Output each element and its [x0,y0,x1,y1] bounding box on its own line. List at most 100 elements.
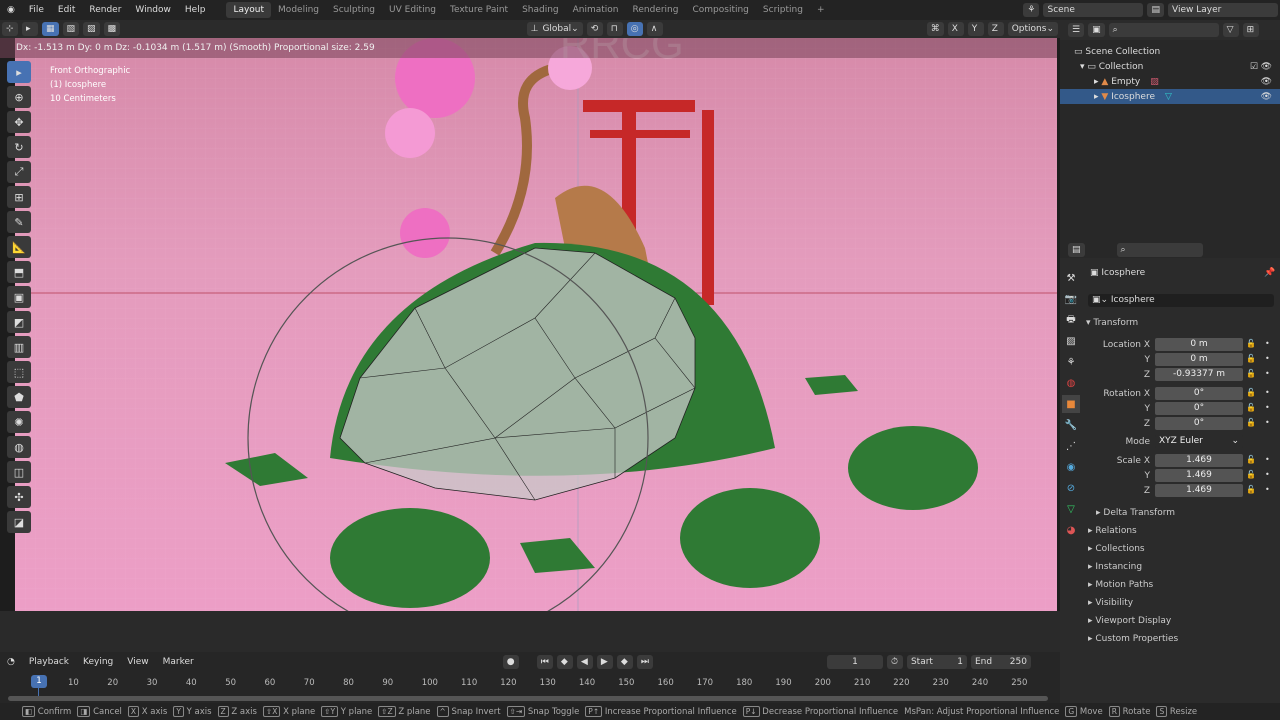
keyframe-dot-icon[interactable]: • [1265,339,1270,348]
rotation-x-field[interactable]: 0° [1155,387,1243,400]
scale-y-field[interactable]: 1.469 [1155,469,1243,482]
proportional-edit-icon[interactable]: ◎ [626,22,643,36]
location-y-field[interactable]: 0 m [1155,353,1243,366]
timeline-scrollbar[interactable] [8,696,1048,701]
tab-compositing[interactable]: Compositing [685,2,755,18]
axis-y-toggle[interactable]: Y [967,22,984,36]
select-mode-icon[interactable]: ▸ [22,22,38,36]
outliner-item-icosphere[interactable]: ▸ ▼ Icosphere ▽ 👁 [1060,89,1280,104]
smooth-tool[interactable]: ◍ [7,436,31,458]
keyframe-dot-icon[interactable]: • [1265,354,1270,363]
menu-keying[interactable]: Keying [76,657,120,667]
tab-uv-editing[interactable]: UV Editing [382,2,443,18]
spin-tool[interactable]: ✺ [7,411,31,433]
properties-search[interactable]: ⌕ [1116,243,1203,257]
editor-type-icon[interactable]: ⊹ [2,22,18,36]
lock-icon[interactable]: 🔓 [1246,403,1256,412]
menu-file[interactable]: File [22,5,51,15]
keyframe-dot-icon[interactable]: • [1265,369,1270,378]
checkbox-icon[interactable]: ☑ [1250,62,1258,72]
prev-keyframe-button[interactable]: ◆ [556,655,573,669]
rotation-y-field[interactable]: 0° [1155,402,1243,415]
panel-custom-properties[interactable]: ▸ Custom Properties [1088,634,1178,644]
rip-tool[interactable]: ◪ [7,511,31,533]
view-layer-icon[interactable]: ▤ [1147,3,1164,17]
keyframe-dot-icon[interactable]: • [1265,485,1270,494]
lock-icon[interactable]: 🔓 [1246,485,1256,494]
annotate-tool[interactable]: ✎ [7,211,31,233]
lock-icon[interactable]: 🔓 [1246,369,1256,378]
tab-shading[interactable]: Shading [515,2,566,18]
stopwatch-icon[interactable]: ⏱ [886,655,903,669]
outliner-search[interactable]: ⌕ [1108,23,1219,37]
scene-collection-row[interactable]: ▭ Scene Collection [1060,44,1280,59]
transform-tool[interactable]: ⊞ [7,186,31,208]
outliner-item-empty[interactable]: ▸ ▲ Empty ▨ 👁 [1060,74,1280,89]
scene-field[interactable]: Scene [1043,3,1144,17]
menu-view[interactable]: View [120,657,155,667]
lock-icon[interactable]: 🔓 [1246,470,1256,479]
axis-z-toggle[interactable]: Z [987,22,1004,36]
tab-layout[interactable]: Layout [226,2,272,18]
mirror-icon[interactable]: ⌘ [926,22,944,36]
object-name-field[interactable]: ▣⌄ Icosphere [1088,294,1274,307]
snap-icon[interactable]: ⊓ [606,22,623,36]
keyframe-dot-icon[interactable]: • [1265,455,1270,464]
tab-sculpting[interactable]: Sculpting [326,2,382,18]
properties-editor-icon[interactable]: ▤ [1068,243,1085,257]
shrink-fatten-tool[interactable]: ◫ [7,461,31,483]
panel-delta-transform[interactable]: ▸ Delta Transform [1096,508,1175,518]
end-frame-field[interactable]: End 250 [970,655,1031,669]
eye-icon[interactable]: 👁 [1261,77,1272,87]
measure-tool[interactable]: 📐 [7,236,31,258]
location-z-field[interactable]: -0.93377 m [1155,368,1243,381]
mode-extend-icon[interactable]: ▧ [62,22,80,36]
tab-rendering[interactable]: Rendering [626,2,686,18]
pin-icon[interactable]: 📌 [1264,268,1275,278]
expand-icon[interactable]: ▸ [1094,77,1101,87]
current-frame-field[interactable]: 1 [826,655,883,669]
keyframe-dot-icon[interactable]: • [1265,388,1270,397]
falloff-icon[interactable]: ∧ [646,22,663,36]
new-collection-icon[interactable]: ⊞ [1242,23,1259,37]
bevel-tool[interactable]: ◩ [7,311,31,333]
menu-help[interactable]: Help [178,5,213,15]
output-tab-icon[interactable]: 🖶 [1062,311,1080,329]
pivot-icon[interactable]: ⟲ [586,22,603,36]
menu-edit[interactable]: Edit [51,5,82,15]
material-tab-icon[interactable]: ◕ [1062,521,1080,539]
panel-instancing[interactable]: ▸ Instancing [1088,562,1142,572]
poly-build-tool[interactable]: ⬟ [7,386,31,408]
add-workspace-button[interactable]: + [810,2,832,18]
expand-icon[interactable]: ▾ [1080,62,1087,72]
keyframe-dot-icon[interactable]: • [1265,418,1270,427]
collection-row[interactable]: ▾ ▭ Collection ☑ 👁 [1060,59,1280,74]
jump-end-button[interactable]: ⏭ [636,655,653,669]
loop-cut-tool[interactable]: ▥ [7,336,31,358]
orientation-dropdown[interactable]: ⊥ Global ⌄ [526,22,583,36]
lock-icon[interactable]: 🔓 [1246,455,1256,464]
location-x-field[interactable]: 0 m [1155,338,1243,351]
menu-window[interactable]: Window [128,5,178,15]
panel-relations[interactable]: ▸ Relations [1088,526,1137,536]
keyframe-dot-icon[interactable]: • [1265,470,1270,479]
rotation-z-field[interactable]: 0° [1155,417,1243,430]
lock-icon[interactable]: 🔓 [1246,339,1256,348]
filter-icon[interactable]: ▽ [1222,23,1239,37]
blender-logo-icon[interactable]: ◉ [0,5,22,15]
knife-tool[interactable]: ⬚ [7,361,31,383]
menu-render[interactable]: Render [82,5,128,15]
tool-tab-icon[interactable]: ⚒ [1062,269,1080,287]
next-keyframe-button[interactable]: ◆ [616,655,633,669]
mode-set-icon[interactable]: ▦ [42,22,59,36]
lock-icon[interactable]: 🔓 [1246,354,1256,363]
transform-panel-header[interactable]: ▾ Transform [1086,318,1138,328]
panel-motion-paths[interactable]: ▸ Motion Paths [1088,580,1153,590]
playhead[interactable]: 1 [31,675,47,688]
mode-subtract-icon[interactable]: ▨ [83,22,100,36]
tab-modeling[interactable]: Modeling [271,2,326,18]
expand-icon[interactable]: ▸ [1094,92,1101,102]
rotation-mode-dropdown[interactable]: XYZ Euler ⌄ [1155,435,1243,448]
render-tab-icon[interactable]: 📷 [1062,290,1080,308]
data-tab-icon[interactable]: ▽ [1062,500,1080,518]
